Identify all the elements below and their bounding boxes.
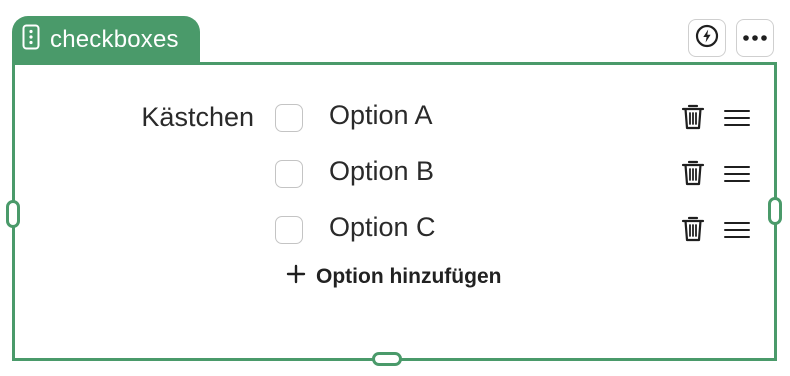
option-label[interactable]: Option A [329,100,433,131]
lightning-icon [695,24,719,53]
option-row: Option C [0,210,790,250]
plus-icon [286,264,306,290]
more-options-icon [742,29,768,47]
trash-icon[interactable] [681,215,705,248]
add-option-button[interactable]: Option hinzufügen [286,264,501,290]
automation-button[interactable] [688,19,726,57]
option-checkbox[interactable] [275,104,303,132]
drag-handle-icon[interactable] [724,108,750,133]
option-row: Option B [0,154,790,194]
add-option-label: Option hinzufügen [316,265,502,288]
trash-icon[interactable] [681,159,705,192]
more-options-button[interactable] [736,19,774,57]
trash-icon[interactable] [681,103,705,136]
drag-handle-icon[interactable] [724,164,750,189]
block-type-label: checkboxes [50,25,179,53]
option-checkbox[interactable] [275,216,303,244]
option-checkbox[interactable] [275,160,303,188]
vertical-dots-icon [22,24,40,55]
resize-handle-bottom[interactable] [372,352,402,366]
block-type-tab[interactable]: checkboxes [12,16,200,63]
option-label[interactable]: Option C [329,212,436,243]
option-label[interactable]: Option B [329,156,434,187]
drag-handle-icon[interactable] [724,220,750,245]
option-row: Option A [0,98,790,138]
